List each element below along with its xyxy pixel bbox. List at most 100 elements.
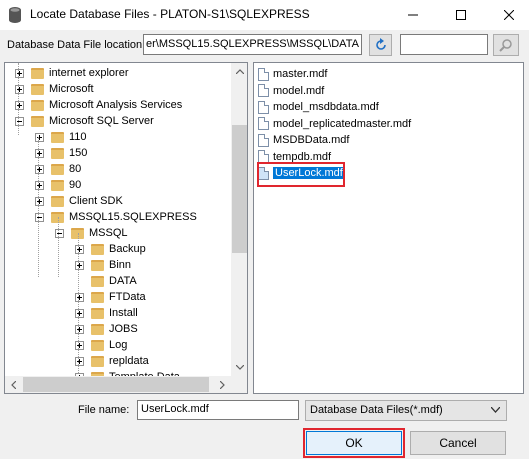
expand-icon[interactable] (15, 100, 24, 110)
search-button[interactable] (493, 34, 519, 56)
file-icon (258, 117, 269, 130)
expand-icon[interactable] (35, 132, 44, 142)
tree-item[interactable]: Install (75, 305, 138, 321)
expand-icon[interactable] (75, 292, 84, 302)
minimize-button[interactable] (390, 0, 436, 30)
search-icon (499, 39, 512, 52)
file-type-select[interactable]: Database Data Files(*.mdf) (305, 400, 507, 421)
folder-icon (91, 323, 104, 335)
tree-item-label: Install (109, 307, 138, 319)
tree-item[interactable]: DATA (75, 273, 137, 289)
tree-item[interactable]: 110 (35, 129, 87, 145)
tree-item-label: Binn (109, 259, 132, 271)
tree-item[interactable]: Client SDK (35, 193, 123, 209)
expand-icon[interactable] (35, 180, 44, 190)
expand-icon[interactable] (15, 68, 24, 78)
file-item[interactable]: model.mdf (258, 83, 324, 99)
tree-item[interactable]: Backup (75, 241, 146, 257)
folder-icon (31, 115, 44, 127)
tree-item[interactable]: MSSQL (55, 225, 128, 241)
maximize-icon (456, 10, 466, 20)
collapse-icon[interactable] (35, 212, 44, 222)
file-item-label: model_replicatedmaster.mdf (273, 117, 412, 130)
tree-horizontal-scrollbar[interactable] (5, 376, 231, 393)
file-item[interactable]: master.mdf (258, 66, 327, 82)
folder-icon (31, 67, 44, 79)
tree-item[interactable]: 80 (35, 161, 81, 177)
horizontal-scroll-thumb[interactable] (23, 377, 209, 392)
scroll-right-button[interactable] (214, 376, 231, 393)
tree-item[interactable]: Microsoft Analysis Services (15, 97, 182, 113)
tree-item-label: Microsoft SQL Server (49, 115, 154, 127)
tree-item[interactable]: FTData (75, 289, 146, 305)
tree-item-label: DATA (109, 275, 137, 287)
tree-item[interactable]: Log (75, 337, 127, 353)
file-icon (258, 84, 269, 97)
folder-tree[interactable]: internet explorer Microsoft Microsoft Anal… (4, 62, 248, 394)
cancel-button[interactable]: Cancel (410, 431, 506, 455)
expand-icon[interactable] (75, 356, 84, 366)
tree-item[interactable]: Microsoft (15, 81, 94, 97)
ok-button[interactable]: OK (306, 431, 402, 455)
folder-tree-rows: internet explorer Microsoft Microsoft Anal… (5, 63, 231, 376)
selected-file-highlight (257, 162, 345, 187)
expand-icon[interactable] (35, 148, 44, 158)
file-item[interactable]: MSDBData.mdf (258, 132, 349, 148)
expand-icon[interactable] (75, 308, 84, 318)
tree-item[interactable]: Microsoft SQL Server (15, 113, 154, 129)
tree-item[interactable]: Template Data (75, 369, 180, 376)
file-item-label: model.mdf (273, 84, 325, 97)
file-item-label: model_msdbdata.mdf (273, 101, 379, 113)
folder-icon (51, 131, 64, 143)
folder-icon (51, 163, 64, 175)
expand-icon[interactable] (15, 84, 24, 94)
tree-item[interactable]: 150 (35, 145, 87, 161)
expand-icon[interactable] (35, 164, 44, 174)
close-button[interactable] (486, 0, 529, 30)
expand-icon[interactable] (75, 324, 84, 334)
database-icon (9, 7, 21, 23)
tree-item-label: Log (109, 339, 128, 351)
expand-icon[interactable] (75, 244, 84, 254)
tree-item-label: repldata (109, 355, 149, 367)
tree-item[interactable]: Binn (75, 257, 131, 273)
tree-vertical-scrollbar[interactable] (231, 63, 247, 376)
tree-item[interactable]: internet explorer (15, 65, 129, 81)
folder-icon (31, 99, 44, 111)
title-bar: Locate Database Files - PLATON-S1\SQLEXP… (0, 0, 529, 30)
collapse-icon[interactable] (15, 116, 24, 126)
chevron-right-icon (220, 380, 225, 389)
chevron-down-icon (235, 365, 244, 370)
tree-guide-line (78, 233, 79, 373)
tree-guide-line (18, 63, 19, 135)
file-item-label: tempdb.mdf (273, 150, 332, 163)
tree-item[interactable]: repldata (75, 353, 149, 369)
maximize-button[interactable] (438, 0, 484, 30)
expand-icon[interactable] (35, 196, 44, 206)
chevron-up-icon (235, 69, 244, 74)
tree-item-label: Backup (109, 243, 146, 255)
scroll-corner (231, 376, 247, 393)
file-item[interactable]: model_replicatedmaster.mdf (258, 116, 411, 132)
tree-item[interactable]: MSSQL15.SQLEXPRESS (35, 209, 197, 225)
tree-item-label: internet explorer (49, 67, 129, 79)
collapse-icon[interactable] (55, 228, 64, 238)
tree-item-label: 150 (69, 147, 88, 159)
tree-item-label: Client SDK (69, 195, 123, 207)
expand-icon[interactable] (75, 260, 84, 270)
vertical-scroll-thumb[interactable] (232, 125, 247, 253)
tree-item[interactable]: 90 (35, 177, 81, 193)
expand-icon[interactable] (75, 340, 84, 350)
scroll-left-button[interactable] (5, 376, 22, 393)
location-path-input[interactable]: er\MSSQL15.SQLEXPRESS\MSSQL\DATA (143, 34, 362, 55)
scroll-down-button[interactable] (231, 359, 247, 376)
file-item[interactable]: model_msdbdata.mdf (258, 99, 379, 115)
scroll-up-button[interactable] (231, 63, 247, 80)
tree-item[interactable]: JOBS (75, 321, 138, 337)
folder-icon (91, 355, 104, 367)
file-list[interactable]: master.mdf model.mdf model_msdbdata.mdfmod… (253, 62, 524, 394)
location-bar: Database Data File location: er\MSSQL15.… (0, 30, 529, 60)
search-input[interactable] (400, 34, 488, 55)
refresh-button[interactable] (369, 34, 392, 56)
file-name-input[interactable]: UserLock.mdf (137, 400, 299, 420)
